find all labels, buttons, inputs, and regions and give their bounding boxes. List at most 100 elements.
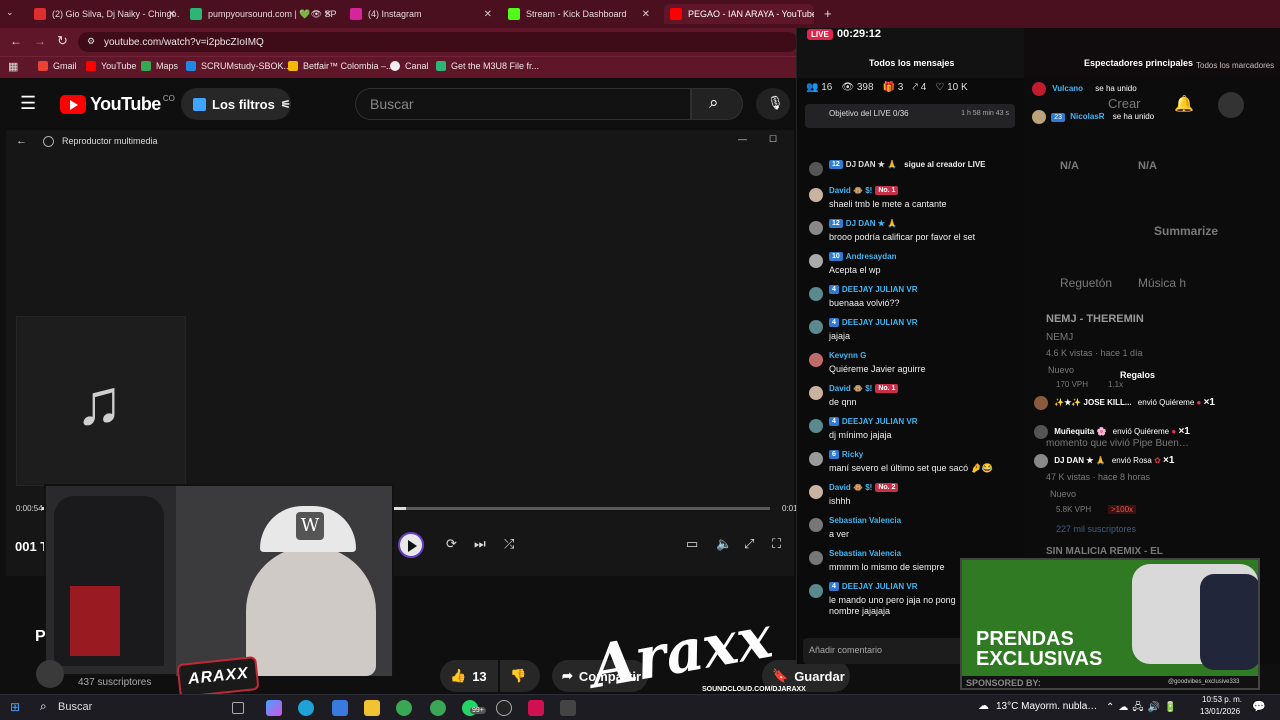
avatar[interactable] [809, 485, 823, 499]
maximize-icon[interactable]: ☐ [769, 134, 777, 145]
avatar[interactable] [809, 353, 823, 367]
shuffle-icon[interactable]: ⤮ [504, 536, 514, 552]
all-bookmarks[interactable]: Todos los marcadores [1196, 61, 1274, 70]
reload-icon[interactable]: ↻ [57, 33, 68, 49]
dislike-button[interactable]: 👎 [500, 660, 540, 692]
chrome-icon[interactable] [396, 700, 412, 716]
username[interactable]: Kevynn G [829, 351, 866, 360]
avatar[interactable] [809, 386, 823, 400]
menu-icon[interactable]: ☰ [20, 93, 36, 114]
tab-1[interactable]: pumpyoursound.com | 💚👁 SP… ✕ [186, 4, 336, 24]
repeat-icon[interactable]: ⟳ [446, 536, 457, 552]
suggested-title[interactable]: NEMJ - THEREMIN [1046, 313, 1144, 325]
filters-button[interactable]: Los filtros ⚟ [181, 88, 291, 120]
fullscreen-icon[interactable]: ⤢ [744, 536, 754, 552]
settings-icon[interactable]: ⛶ [772, 536, 781, 552]
bookmark-maps[interactable]: Maps [141, 61, 178, 71]
new-tab-button[interactable]: + [824, 6, 832, 21]
create-button[interactable]: Crear [1108, 96, 1141, 111]
avatar[interactable] [809, 419, 823, 433]
username[interactable]: DEEJAY JULIAN VR [842, 318, 918, 327]
tiktok-icon[interactable] [528, 700, 544, 716]
windows-start-icon[interactable]: ⊞ [10, 700, 20, 714]
username[interactable]: DJ DAN ★ 🙏 [846, 160, 897, 169]
miniplayer-icon[interactable]: ▭ [686, 536, 698, 552]
username[interactable]: David 🐵 $! [829, 483, 872, 492]
tab-all-messages[interactable]: Todos los mensajes [869, 58, 954, 68]
url-field[interactable]: ⚙ youtube.com/watch?v=i2pbcZIoIMQ [78, 32, 798, 52]
edge-icon[interactable] [298, 700, 314, 716]
kick-studio-icon[interactable] [560, 700, 576, 716]
task-view-icon[interactable] [232, 702, 244, 714]
close-icon[interactable]: ✕ [324, 9, 332, 20]
username[interactable]: Andresaydan [846, 252, 897, 261]
back-icon[interactable]: ← [16, 135, 27, 147]
bookmark-betfair[interactable]: Betfair™ Colombia –... [288, 61, 394, 71]
search-input[interactable]: Buscar [355, 88, 691, 120]
username[interactable]: Sebastian Valencia [829, 516, 901, 525]
weather-text[interactable]: 13°C Mayorm. nubla… [996, 701, 1097, 712]
next-icon[interactable]: ⏭ [474, 536, 486, 552]
site-info-icon[interactable]: ⚙ [87, 36, 95, 47]
copilot-icon[interactable] [266, 700, 282, 716]
avatar[interactable] [809, 518, 823, 532]
taskbar-search[interactable]: Buscar [58, 701, 92, 713]
chip-reggaeton[interactable]: Reguetón [1060, 276, 1112, 290]
clock-date[interactable]: 13/01/2026 [1200, 707, 1240, 716]
username[interactable]: David 🐵 $! [829, 186, 872, 195]
notifications-icon[interactable]: 💬 [1252, 700, 1266, 713]
bookmark-scrum[interactable]: SCRUMstudy-SBOK... [186, 61, 291, 71]
avatar[interactable] [809, 162, 823, 176]
like-button[interactable]: 👍 13 [440, 660, 498, 692]
clock-time[interactable]: 10:53 p. m. [1202, 695, 1242, 704]
username[interactable]: Sebastian Valencia [829, 549, 901, 558]
chip-musica[interactable]: Música h [1138, 276, 1186, 290]
store-icon[interactable] [332, 700, 348, 716]
forward-icon[interactable]: → [34, 34, 46, 48]
youtube-logo[interactable]: YouTube CO [60, 94, 175, 115]
search-button[interactable]: ⌕ [691, 88, 743, 120]
volume-icon[interactable]: 🔈 [716, 536, 732, 552]
bookmark-gmail[interactable]: Gmail [38, 61, 77, 71]
avatar[interactable] [809, 320, 823, 334]
summarize-button[interactable]: Summarize [1154, 224, 1218, 238]
close-icon[interactable]: ✕ [642, 9, 650, 20]
comment-input[interactable]: Añadir comentario [803, 638, 973, 664]
back-icon[interactable]: ← [10, 34, 22, 48]
tab-top-viewers[interactable]: Espectadores principales [1084, 58, 1193, 68]
username[interactable]: DEEJAY JULIAN VR [842, 285, 918, 294]
avatar[interactable] [809, 221, 823, 235]
tab-2[interactable]: (4) Instagram ✕ [346, 4, 496, 24]
username[interactable]: DEEJAY JULIAN VR [842, 582, 918, 591]
username[interactable]: DEEJAY JULIAN VR [842, 417, 918, 426]
bookmark-youtube[interactable]: YouTube [86, 61, 136, 71]
close-icon[interactable]: ✕ [484, 9, 492, 20]
tab-search-button[interactable]: ⌄ [6, 7, 20, 21]
avatar[interactable] [809, 584, 823, 598]
avatar[interactable] [809, 452, 823, 466]
minimize-icon[interactable]: — [738, 134, 747, 144]
notifications-icon[interactable]: 🔔 [1174, 94, 1194, 114]
account-avatar[interactable] [1218, 92, 1244, 118]
username[interactable]: Ricky [842, 450, 863, 459]
bookmark-m3u8[interactable]: Get the M3U8 File fr... [436, 61, 539, 71]
avatar[interactable] [809, 287, 823, 301]
bookmark-canal[interactable]: Canal [390, 61, 429, 71]
username[interactable]: DJ DAN ★ 🙏 [846, 219, 897, 228]
channel-avatar[interactable] [36, 660, 64, 688]
play-button[interactable] [398, 532, 424, 558]
close-icon[interactable]: ✕ [168, 9, 176, 20]
avatar[interactable] [809, 551, 823, 565]
system-tray[interactable]: ⌃☁🖧🔊🔋 [1106, 700, 1180, 717]
tab-4[interactable]: PEGAO - IAN ARAYA - YouTube [664, 4, 814, 24]
obs-icon[interactable] [496, 700, 512, 716]
live-goal[interactable]: Objetivo del LIVE 0/36 1 h 58 min 43 s [805, 104, 1015, 128]
avatar[interactable] [809, 188, 823, 202]
apps-grid-icon[interactable]: ▦ [8, 60, 18, 73]
tab-3[interactable]: Stream - Kick Dashboard ✕ [504, 4, 654, 24]
username[interactable]: David 🐵 $! [829, 384, 872, 393]
tab-0[interactable]: (2) Gio Silva, Dj Naiky - Chingo… ✕ [30, 4, 180, 24]
mic-button[interactable]: 🎙 [756, 88, 790, 120]
chrome-profile-icon[interactable] [430, 700, 446, 716]
avatar[interactable] [809, 254, 823, 268]
